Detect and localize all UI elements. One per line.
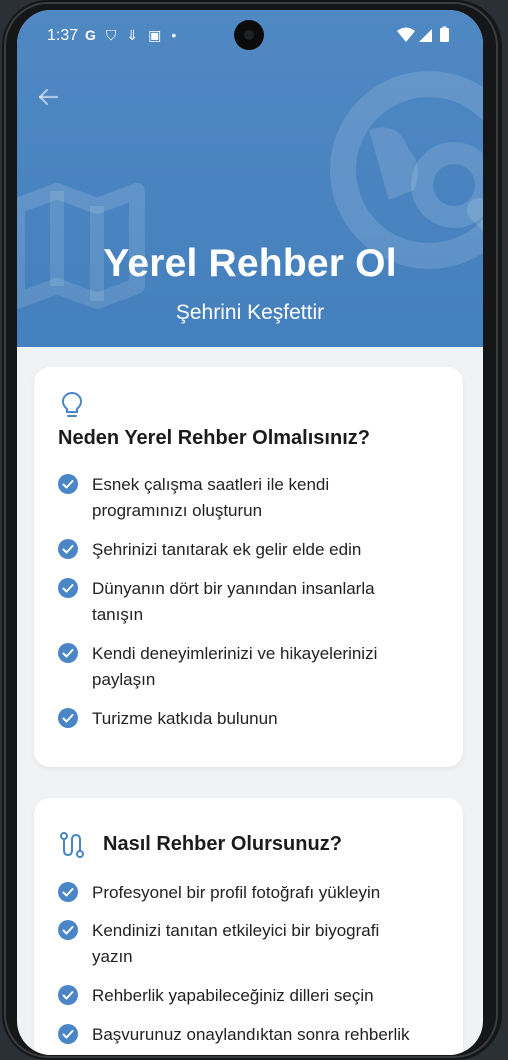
wifi-icon <box>397 27 415 42</box>
check-circle-icon <box>58 578 78 598</box>
list-item: Esnek çalışma saatleri ile kendi program… <box>92 475 330 520</box>
page-title: Yerel Rehber Ol <box>103 242 397 285</box>
check-circle-icon <box>58 539 78 559</box>
front-camera <box>234 20 264 50</box>
list-item: Profesyonel bir profil fotoğrafı yükleyi… <box>92 883 381 902</box>
header-banner: 1:37 G ⛉ ⇓ ▣ • Yerel Rehber Ol Şehrini K… <box>17 10 483 347</box>
check-circle-icon <box>58 985 78 1005</box>
app-screen: 1:37 G ⛉ ⇓ ▣ • Yerel Rehber Ol Şehrini K… <box>17 10 483 1055</box>
list-item: Başvurunuz onaylandıktan sonra rehberlik <box>92 1025 410 1044</box>
status-icons: G ⛉ ⇓ ▣ • <box>85 27 176 44</box>
shield-icon: ⛉ <box>105 27 117 43</box>
signal-icon <box>419 29 432 42</box>
check-circle-icon <box>58 474 78 494</box>
how-guide-card: Nasıl Rehber Olursunuz? Profesyonel bir … <box>34 798 463 1055</box>
list-item: Kendi deneyimlerinizi ve hikayelerinizi … <box>92 644 378 689</box>
check-circle-icon <box>58 643 78 663</box>
app-icon: ▣ <box>148 27 162 43</box>
check-circle-icon <box>58 920 78 940</box>
lightbulb-icon <box>61 391 83 417</box>
battery-icon <box>440 28 449 42</box>
how-card-title: Nasıl Rehber Olursunuz? <box>103 833 342 855</box>
page-subtitle: Şehrini Keşfettir <box>175 301 325 324</box>
check-circle-icon <box>58 1024 78 1044</box>
why-card-title: Neden Yerel Rehber Olmalısınız? <box>58 427 370 449</box>
dot-icon: • <box>171 27 177 43</box>
list-item: Şehrinizi tanıtarak ek gelir elde edin <box>92 540 362 559</box>
check-circle-icon <box>58 882 78 902</box>
why-guide-card: Neden Yerel Rehber Olmalısınız? Esnek ça… <box>34 367 463 767</box>
status-time: 1:37 <box>47 27 79 44</box>
back-arrow-icon[interactable] <box>35 84 61 110</box>
globe-search-icon <box>330 71 483 269</box>
route-icon <box>60 832 84 858</box>
list-item: Dünyanın dört bir yanından insanlarla ta… <box>92 579 375 624</box>
system-status-icons <box>397 26 449 42</box>
check-circle-icon <box>58 708 78 728</box>
download-icon: ⇓ <box>126 27 139 43</box>
list-item: Rehberlik yapabileceğiniz dilleri seçin <box>92 986 374 1005</box>
list-item: Turizme katkıda bulunun <box>92 709 278 728</box>
list-item: Kendinizi tanıtan etkileyici bir biyogra… <box>92 921 380 966</box>
google-icon: G <box>85 27 96 43</box>
status-bar: 1:37 G ⛉ ⇓ ▣ • <box>17 10 483 60</box>
